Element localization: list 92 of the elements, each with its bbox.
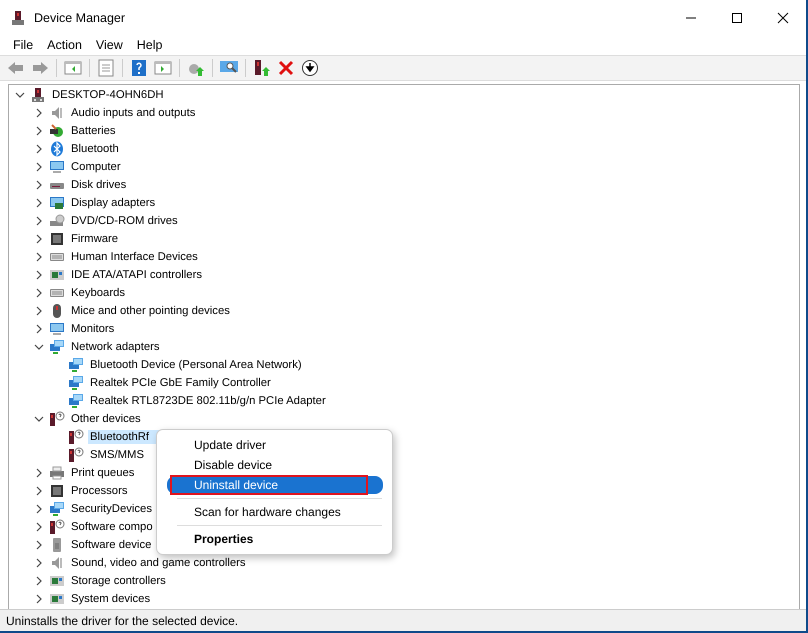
tree-item[interactable]: Software compo bbox=[69, 520, 155, 534]
chevron-icon[interactable] bbox=[34, 324, 44, 334]
chevron-icon[interactable] bbox=[34, 342, 44, 352]
tree-item[interactable]: DESKTOP-4OHN6DH bbox=[50, 88, 166, 102]
chevron-icon[interactable] bbox=[34, 144, 44, 154]
tree-item[interactable]: Batteries bbox=[69, 124, 118, 138]
app-icon bbox=[10, 10, 26, 26]
tree-item[interactable]: Human Interface Devices bbox=[69, 250, 200, 264]
menu-item[interactable]: Help bbox=[130, 36, 170, 54]
network-icon bbox=[49, 501, 65, 517]
tree-item[interactable]: SecurityDevices bbox=[69, 502, 154, 516]
status-text: Uninstalls the driver for the selected device. bbox=[6, 614, 238, 628]
chevron-icon[interactable] bbox=[34, 252, 44, 262]
menu-item[interactable]: Action bbox=[40, 36, 89, 54]
circuit-board-icon bbox=[49, 267, 65, 283]
bluetooth-icon bbox=[49, 141, 65, 157]
chevron-icon[interactable] bbox=[34, 108, 44, 118]
chip-icon bbox=[49, 483, 65, 499]
chevron-icon[interactable] bbox=[34, 558, 44, 568]
tree-item[interactable]: Realtek PCIe GbE Family Controller bbox=[88, 376, 273, 390]
help-icon[interactable] bbox=[129, 58, 149, 78]
menu-item[interactable]: File bbox=[6, 36, 40, 54]
chevron-icon[interactable] bbox=[34, 270, 44, 280]
chevron-icon[interactable] bbox=[15, 90, 25, 100]
chevron-icon[interactable] bbox=[34, 414, 44, 424]
chevron-icon[interactable] bbox=[34, 576, 44, 586]
disc-drive-icon bbox=[49, 213, 65, 229]
tree-item[interactable]: SMS/MMS bbox=[88, 448, 146, 462]
menu-item[interactable]: View bbox=[88, 36, 130, 54]
circuit-board-icon bbox=[49, 573, 65, 589]
circuit-board-icon bbox=[49, 591, 65, 607]
tree-item[interactable]: System devices bbox=[69, 592, 152, 606]
battery-icon bbox=[49, 123, 65, 139]
chip-icon bbox=[49, 231, 65, 247]
display-card-icon bbox=[49, 195, 65, 211]
tree-item[interactable]: Software device bbox=[69, 538, 154, 552]
tree-item[interactable]: Keyboards bbox=[69, 286, 128, 300]
chevron-icon[interactable] bbox=[34, 486, 44, 496]
chevron-icon[interactable] bbox=[34, 540, 44, 550]
tree-item[interactable]: Disk drives bbox=[69, 178, 128, 192]
network-icon bbox=[68, 357, 84, 373]
network-icon bbox=[68, 375, 84, 391]
tree-item[interactable]: IDE ATA/ATAPI controllers bbox=[69, 268, 204, 282]
chevron-icon[interactable] bbox=[34, 306, 44, 316]
monitor-icon bbox=[49, 159, 65, 175]
chevron-icon[interactable] bbox=[34, 288, 44, 298]
tree-item[interactable]: Computer bbox=[69, 160, 123, 174]
chevron-icon[interactable] bbox=[34, 522, 44, 532]
tree-item[interactable]: Mice and other pointing devices bbox=[69, 304, 232, 318]
tree-item[interactable]: Monitors bbox=[69, 322, 116, 336]
computer-icon bbox=[30, 87, 46, 103]
chevron-icon[interactable] bbox=[34, 198, 44, 208]
tree-item[interactable]: Display adapters bbox=[69, 196, 158, 210]
tree-item[interactable]: Bluetooth Device (Personal Area Network) bbox=[88, 358, 304, 372]
delete-icon[interactable] bbox=[276, 58, 296, 78]
window-title: Device Manager bbox=[34, 10, 126, 24]
menu-item[interactable]: Scan for hardware changes bbox=[167, 503, 383, 521]
menu-item[interactable]: Disable device bbox=[167, 456, 383, 474]
chevron-icon[interactable] bbox=[34, 234, 44, 244]
tree-item[interactable]: Storage controllers bbox=[69, 574, 168, 588]
unknown-device-icon bbox=[49, 411, 65, 427]
network-icon bbox=[68, 393, 84, 409]
tree-item[interactable]: Print queues bbox=[69, 466, 136, 480]
tree-item[interactable]: Other devices bbox=[69, 412, 143, 426]
tree-item[interactable]: Firmware bbox=[69, 232, 120, 246]
unknown-device-icon bbox=[68, 429, 84, 445]
chevron-icon[interactable] bbox=[34, 504, 44, 514]
speaker-icon bbox=[49, 555, 65, 571]
printer-icon bbox=[49, 465, 65, 481]
chevron-icon[interactable] bbox=[34, 468, 44, 478]
update-driver-icon[interactable] bbox=[252, 58, 272, 78]
chevron-icon[interactable] bbox=[34, 162, 44, 172]
tree-item[interactable]: Sound, video and game controllers bbox=[69, 556, 248, 570]
chevron-icon[interactable] bbox=[34, 126, 44, 136]
menu-item[interactable]: Uninstall device bbox=[167, 476, 383, 494]
network-icon bbox=[49, 339, 65, 355]
tree-item[interactable]: Audio inputs and outputs bbox=[69, 106, 198, 120]
chevron-icon[interactable] bbox=[34, 594, 44, 604]
speaker-icon bbox=[49, 105, 65, 121]
monitor-icon bbox=[49, 321, 65, 337]
menu-item[interactable]: Properties bbox=[167, 530, 383, 548]
tree-item[interactable]: Network adapters bbox=[69, 340, 162, 354]
unknown-device-icon bbox=[49, 519, 65, 535]
tree-item[interactable]: DVD/CD-ROM drives bbox=[69, 214, 180, 228]
tree-item[interactable]: Realtek RTL8723DE 802.11b/g/n PCIe Adapter bbox=[88, 394, 328, 408]
properties-icon[interactable] bbox=[96, 58, 116, 78]
chevron-icon[interactable] bbox=[34, 180, 44, 190]
menu-item[interactable]: Update driver bbox=[167, 436, 383, 454]
tree-item[interactable]: Bluetooth bbox=[69, 142, 121, 156]
tree-item[interactable]: Processors bbox=[69, 484, 130, 498]
unknown-device-icon bbox=[68, 447, 84, 463]
chevron-icon[interactable] bbox=[34, 216, 44, 226]
